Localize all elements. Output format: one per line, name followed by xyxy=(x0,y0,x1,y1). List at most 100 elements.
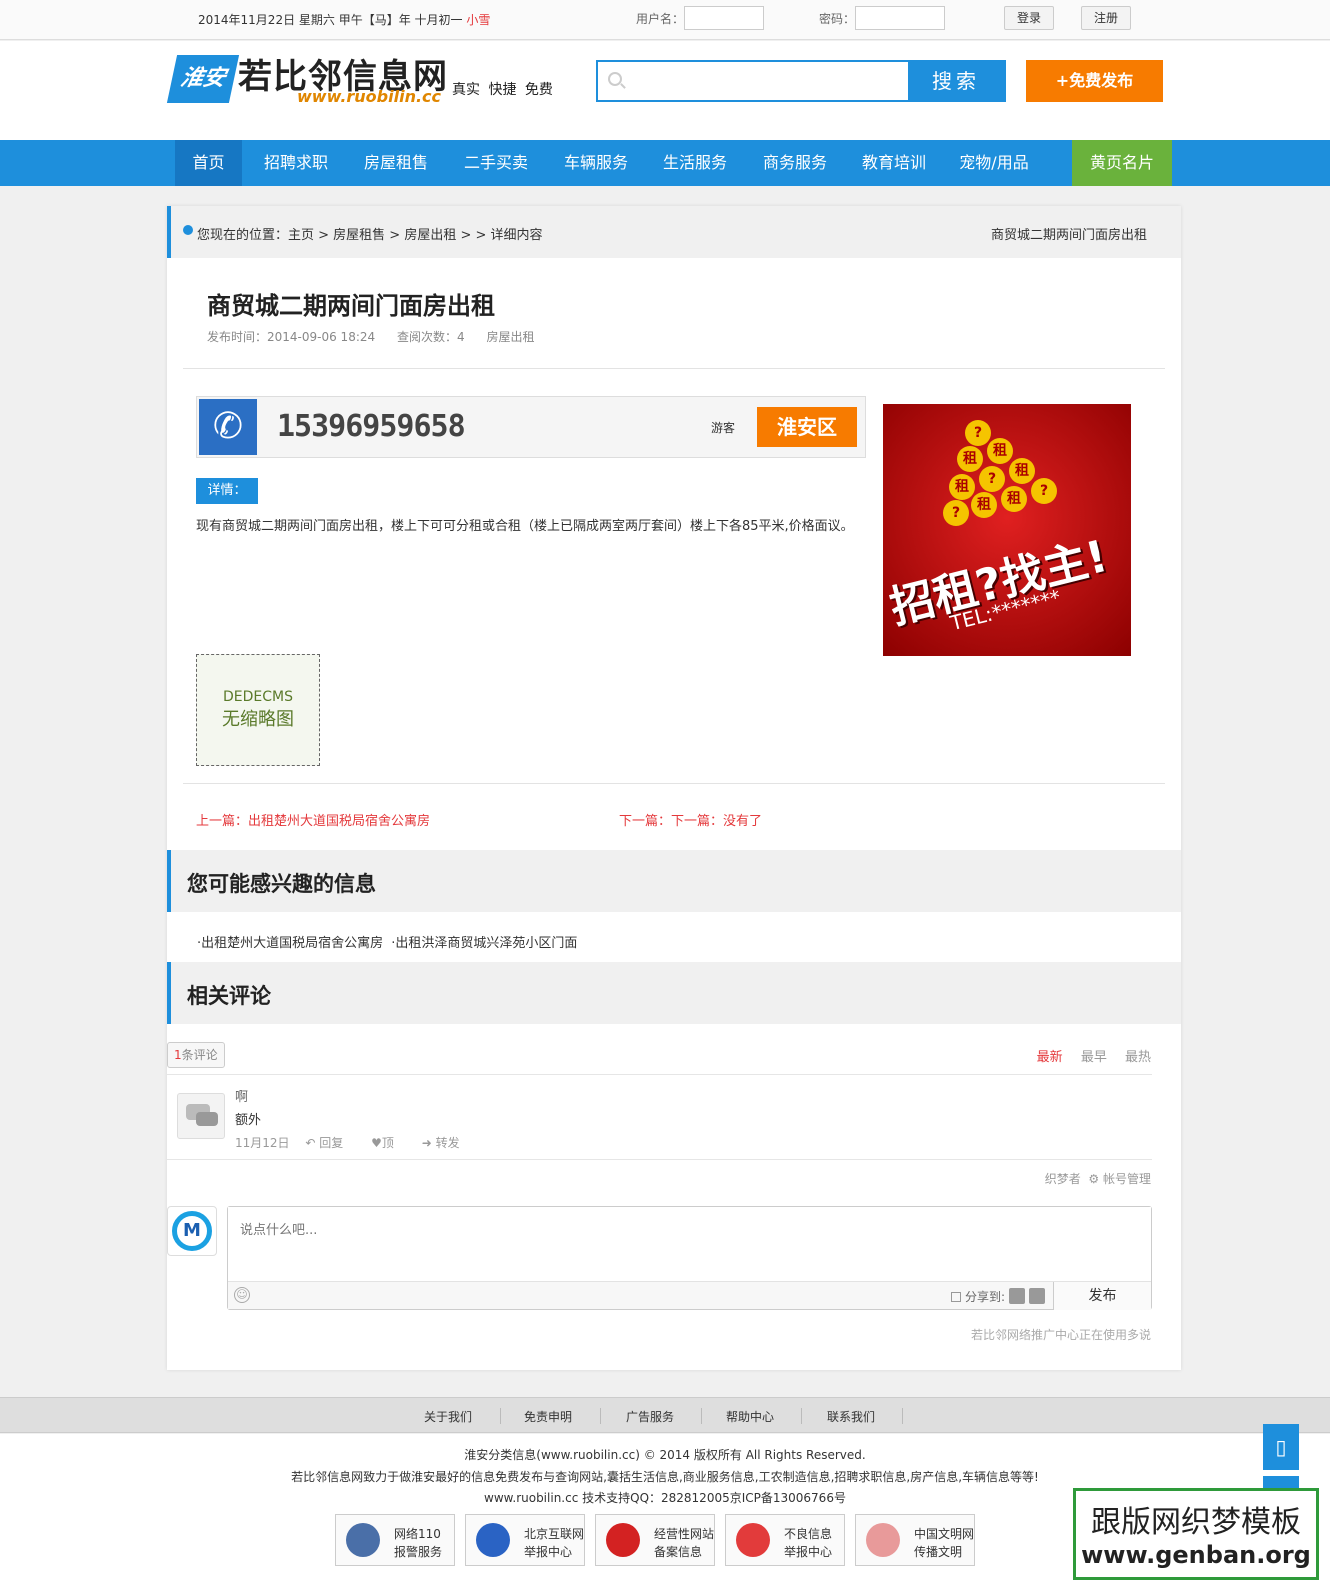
related-heading: 您可能感兴趣的信息 xyxy=(167,850,1181,912)
footer-link-ads[interactable]: 广告服务 xyxy=(626,1408,674,1425)
footer-link-disclaimer[interactable]: 免责申明 xyxy=(524,1408,572,1425)
badge-police[interactable]: 网络110 报警服务 xyxy=(335,1514,455,1566)
like-button[interactable]: ♥顶 xyxy=(371,1136,406,1150)
area-badge: 淮安区 xyxy=(757,407,857,447)
username-input[interactable] xyxy=(684,6,764,30)
breadcrumb-path[interactable]: 您现在的位置：主页 > 房屋租售 > 房屋出租 > > 详细内容 xyxy=(197,224,543,243)
watermark-line1: 跟版网织梦模板 xyxy=(1091,1505,1301,1540)
next-link[interactable]: 下一篇：下一篇：没有了 xyxy=(619,810,762,829)
watermark-line2: www.genban.org xyxy=(1081,1541,1311,1569)
nav-item-housing[interactable]: 房屋租售 xyxy=(352,140,440,186)
view-count: 查阅次数：4 xyxy=(396,330,465,344)
publish-button[interactable]: +免费发布 xyxy=(1026,60,1163,102)
account-info: 织梦者 ⚙ 帐号管理 xyxy=(1045,1170,1151,1187)
nav-item-education[interactable]: 教育培训 xyxy=(850,140,938,186)
nav-item-pets[interactable]: 宠物/用品 xyxy=(950,140,1038,186)
logo-badge[interactable]: 淮安 xyxy=(166,55,240,103)
search-icon xyxy=(608,72,622,86)
account-user[interactable]: 织梦者 xyxy=(1045,1172,1081,1186)
badge-line1: 网络110 xyxy=(394,1527,441,1541)
related-item[interactable]: ·出租洪泽商贸城兴泽苑小区门面 xyxy=(391,936,577,951)
badge-civilization[interactable]: 中国文明网 传播文明 xyxy=(855,1514,975,1566)
date-label: 2014年11月22日 星期六 甲午【马】年 十月初一 xyxy=(198,13,467,27)
footer-link-about[interactable]: 关于我们 xyxy=(424,1408,472,1425)
article-category[interactable]: 房屋出租 xyxy=(486,330,534,344)
publish-time: 发布时间：2014-09-06 18:24 xyxy=(207,330,376,344)
powered-by[interactable]: 若比邻网络推广中心正在使用多说 xyxy=(971,1326,1151,1343)
share-options: 分享到: xyxy=(950,1288,1045,1305)
nav-item-secondhand[interactable]: 二手买卖 xyxy=(452,140,540,186)
ad-image: ? 租 租 ? 租 租 租 租 ? ? 招租?找主! TEL:******* xyxy=(883,404,1131,656)
sort-hottest[interactable]: 最热 xyxy=(1125,1050,1151,1065)
copyright: 淮安分类信息(www.ruobilin.cc) © 2014 版权所有 All … xyxy=(464,1448,866,1462)
mobile-icon[interactable]: ▯ xyxy=(1263,1424,1299,1470)
account-manage[interactable]: 帐号管理 xyxy=(1103,1172,1151,1186)
nav-item-life[interactable]: 生活服务 xyxy=(651,140,739,186)
badge-line2: 传播文明 xyxy=(914,1545,963,1559)
username-label: 用户名： xyxy=(636,12,685,26)
footer-link-contact[interactable]: 联系我们 xyxy=(827,1408,875,1425)
sort-latest[interactable]: 最新 xyxy=(1037,1050,1063,1065)
nav-item-vehicles[interactable]: 车辆服务 xyxy=(552,140,640,186)
thumb-line1: DEDECMS xyxy=(223,689,293,705)
search-button[interactable]: 搜索 xyxy=(908,62,1004,100)
top-bar: 2014年11月22日 星期六 甲午【马】年 十月初一 小雪 用户名： 密码： … xyxy=(0,0,1330,40)
chat-bubble-icon xyxy=(196,1112,218,1126)
share-checkbox[interactable] xyxy=(950,1292,961,1302)
nav-item-jobs[interactable]: 招聘求职 xyxy=(252,140,340,186)
coin-icon: ? xyxy=(1031,478,1057,504)
send-button[interactable]: 发布 xyxy=(1053,1282,1151,1310)
badge-line1: 中国文明网 xyxy=(914,1527,975,1541)
weather-text: 小雪 xyxy=(466,13,491,27)
register-button[interactable]: 注册 xyxy=(1081,6,1131,30)
badge-report-center[interactable]: 北京互联网 举报中心 xyxy=(465,1514,585,1566)
prev-link[interactable]: 上一篇：出租楚州大道国税局宿舍公寓房 xyxy=(196,810,430,829)
nav-item-business[interactable]: 商务服务 xyxy=(751,140,839,186)
phone-icon: ✆ xyxy=(199,399,257,455)
search-input[interactable] xyxy=(632,66,902,96)
coin-icon: ? xyxy=(979,466,1005,492)
comment-count[interactable]: 1条评论 xyxy=(167,1042,225,1068)
share-qzone-icon[interactable] xyxy=(1009,1288,1025,1304)
footer-link-help[interactable]: 帮助中心 xyxy=(726,1408,774,1425)
footer-separator xyxy=(600,1408,601,1424)
comment-text: 额外 xyxy=(235,1113,262,1128)
article-meta: 发布时间：2014-09-06 18:24 查阅次数：4 房屋出租 xyxy=(207,328,552,345)
sort-earliest[interactable]: 最早 xyxy=(1081,1050,1107,1065)
coin-icon: 租 xyxy=(957,446,983,472)
coin-icon: 租 xyxy=(1001,486,1027,512)
emoji-icon[interactable]: ☺ xyxy=(234,1287,250,1303)
location-icon xyxy=(183,225,193,235)
comment-input[interactable] xyxy=(228,1207,1151,1281)
nav-item-home[interactable]: 首页 xyxy=(175,140,242,186)
divider xyxy=(183,368,1165,369)
commenter-name[interactable]: 啊 xyxy=(235,1086,248,1105)
nav-item-yellowpages[interactable]: 黄页名片 xyxy=(1072,140,1172,186)
badge-bad-info[interactable]: 不良信息 举报中心 xyxy=(725,1514,845,1566)
related-item[interactable]: ·出租楚州大道国税局宿舍公寓房 xyxy=(197,936,383,951)
my-avatar[interactable]: M xyxy=(167,1206,217,1256)
footer-separator xyxy=(500,1408,501,1424)
badge-line1: 北京互联网 xyxy=(524,1527,585,1541)
commenter-avatar[interactable] xyxy=(177,1093,225,1139)
comment-editor: ☺ 分享到: 发布 xyxy=(227,1206,1152,1310)
reply-button[interactable]: ↶ 回复 xyxy=(305,1136,355,1150)
divider xyxy=(167,1159,1152,1160)
coin-icon: 租 xyxy=(1009,458,1035,484)
site-description: 若比邻信息网致力于做淮安最好的信息免费发布与查询网站,囊括生活信息,商业服务信息… xyxy=(291,1470,1039,1484)
forward-label: 转发 xyxy=(435,1136,460,1150)
related-list: ·出租楚州大道国税局宿舍公寓房 ·出租洪泽商贸城兴泽苑小区门面 xyxy=(197,932,582,964)
no-thumbnail-placeholder: DEDECMS 无缩略图 xyxy=(196,654,320,766)
badge-business-site[interactable]: 经营性网站 备案信息 xyxy=(595,1514,715,1566)
comment-count-label: 条评论 xyxy=(181,1048,218,1062)
phone-number: 15396959658 xyxy=(277,409,466,444)
coin-icon: ? xyxy=(943,500,969,526)
share-weibo-icon[interactable] xyxy=(1029,1288,1045,1304)
badge-line2: 举报中心 xyxy=(784,1545,833,1559)
footer-separator xyxy=(902,1408,903,1424)
flower-icon xyxy=(866,1523,900,1557)
forward-button[interactable]: ➜ 转发 xyxy=(422,1136,472,1150)
user-type: 游客 xyxy=(711,421,736,435)
password-input[interactable] xyxy=(855,6,945,30)
login-button[interactable]: 登录 xyxy=(1004,6,1054,30)
